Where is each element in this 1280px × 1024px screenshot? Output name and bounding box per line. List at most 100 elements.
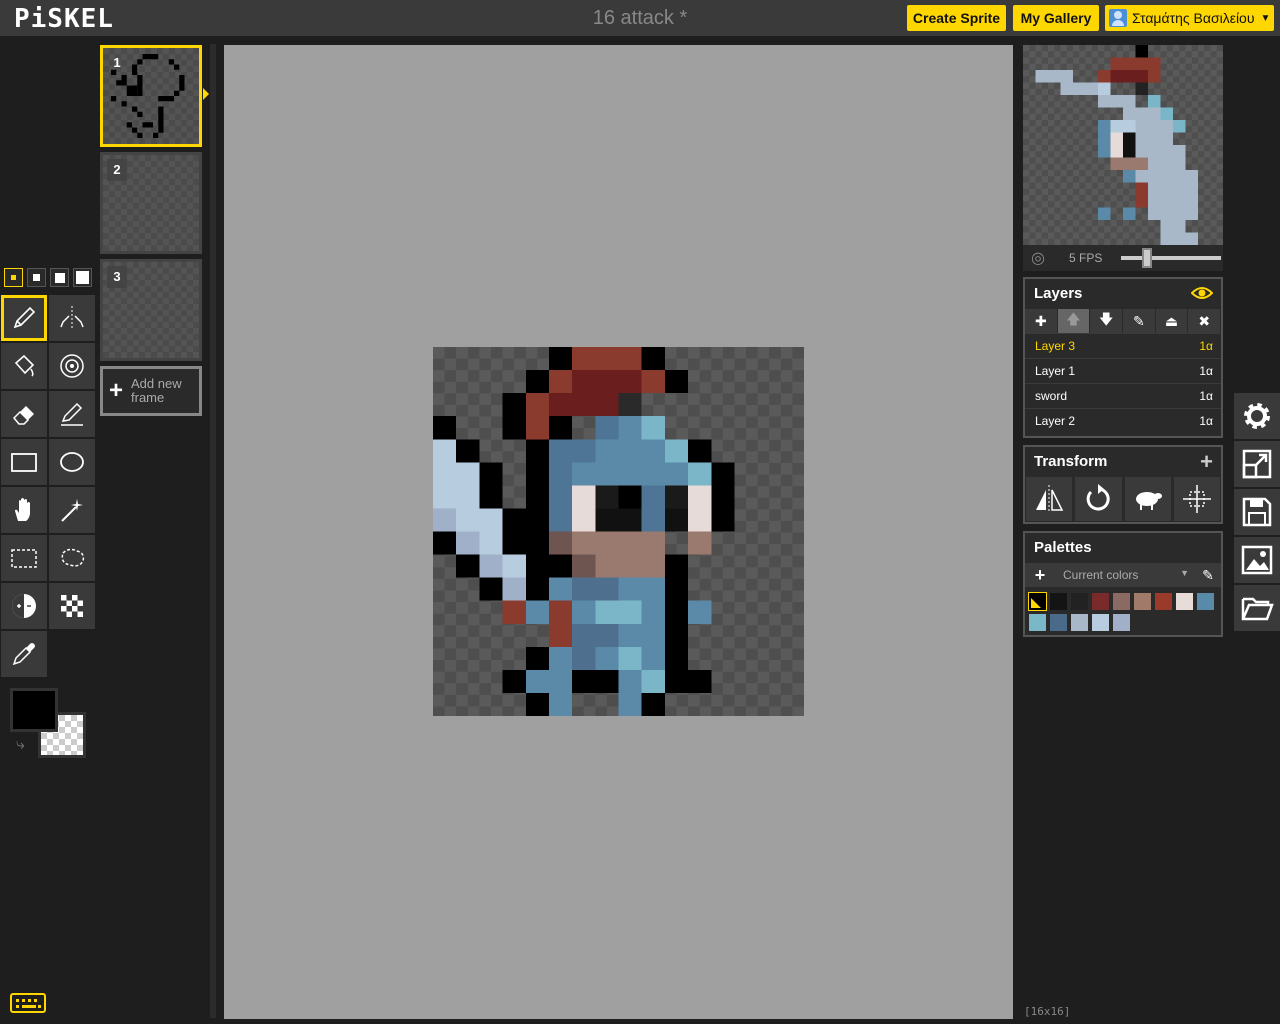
- transform-title-text: Transform: [1034, 453, 1108, 470]
- user-menu-button[interactable]: Σταμάτης Βασιλείου ▼: [1105, 5, 1274, 31]
- frame-1[interactable]: 1: [100, 45, 209, 147]
- center-button[interactable]: [1173, 477, 1220, 521]
- pen-size-3[interactable]: [50, 268, 69, 287]
- layer-toolbar: ✚ 🡅 🡇 ✎ ⏏ ✖: [1025, 309, 1222, 333]
- tool-palette: [0, 294, 96, 678]
- dithering-tool[interactable]: [49, 583, 95, 629]
- sprite-canvas[interactable]: [433, 347, 804, 716]
- move-hand-icon: [15, 498, 30, 521]
- palette-swatch[interactable]: [1155, 593, 1172, 610]
- ellipse-tool[interactable]: [49, 439, 95, 485]
- pen-size-4[interactable]: [73, 268, 92, 287]
- move-tool[interactable]: [1, 487, 47, 533]
- onion-skin-icon[interactable]: ◎: [1023, 248, 1053, 268]
- animation-preview[interactable]: [1023, 45, 1223, 245]
- move-layer-down-icon[interactable]: 🡇: [1090, 309, 1124, 333]
- layer-list: Layer 3 1α Layer 1 1α sword 1α Layer 2 1α: [1025, 333, 1221, 433]
- pen-size-2[interactable]: [27, 268, 46, 287]
- resize-icon: [1242, 449, 1272, 479]
- transform-title: Transform +: [1025, 447, 1221, 477]
- pen-tool[interactable]: [1, 295, 47, 341]
- palette-swatch[interactable]: [1029, 614, 1046, 631]
- palette-swatch[interactable]: [1176, 593, 1193, 610]
- import-folder-icon: [1241, 597, 1274, 621]
- import-button[interactable]: [1234, 585, 1280, 631]
- palette-select[interactable]: Current colors ▼: [1055, 568, 1195, 582]
- settings-button[interactable]: [1234, 393, 1280, 439]
- palette-swatch[interactable]: [1050, 614, 1067, 631]
- palette-swatch[interactable]: [1071, 593, 1088, 610]
- stroke-tool[interactable]: [49, 391, 95, 437]
- move-layer-up-icon[interactable]: 🡅: [1057, 309, 1091, 333]
- piskel-logo[interactable]: PiSKEL: [14, 4, 114, 34]
- paint-bucket-icon: [14, 354, 35, 377]
- paint-same-color-icon: [60, 354, 84, 378]
- lasso-select-icon: [61, 548, 85, 567]
- chevron-down-icon: ▼: [1180, 568, 1189, 578]
- rotate-button[interactable]: [1075, 477, 1122, 521]
- plus-icon[interactable]: +: [1200, 447, 1213, 477]
- create-sprite-button[interactable]: Create Sprite: [907, 5, 1006, 31]
- flip-button[interactable]: [1026, 477, 1073, 521]
- my-gallery-button[interactable]: My Gallery: [1013, 5, 1099, 31]
- user-icon: [1109, 9, 1127, 27]
- frame-2[interactable]: 2: [100, 152, 202, 254]
- clone-button[interactable]: [1124, 477, 1171, 521]
- layer-row[interactable]: Layer 3 1α: [1025, 333, 1221, 358]
- paint-same-color-tool[interactable]: [49, 343, 95, 389]
- eraser-tool[interactable]: [1, 391, 47, 437]
- vertical-mirror-pen-tool[interactable]: [49, 295, 95, 341]
- eraser-icon: [12, 406, 34, 425]
- keyboard-shortcuts-icon[interactable]: [10, 993, 46, 1013]
- palette-swatch[interactable]: [1113, 593, 1130, 610]
- frames-scrollbar[interactable]: [210, 44, 216, 1018]
- lighten-tool[interactable]: [1, 583, 47, 629]
- rectangle-select-tool[interactable]: [1, 535, 47, 581]
- layer-row[interactable]: Layer 1 1α: [1025, 358, 1221, 383]
- swap-colors-icon[interactable]: ⤷: [16, 736, 25, 754]
- transform-toolbar: [1025, 477, 1221, 521]
- palette-swatch[interactable]: [1134, 593, 1151, 610]
- add-frame-button[interactable]: + Add new frame: [100, 366, 202, 416]
- magic-wand-tool[interactable]: [49, 487, 95, 533]
- primary-color-swatch[interactable]: [10, 688, 58, 732]
- layer-opacity: 1α: [1199, 389, 1213, 403]
- palette-swatches: [1025, 587, 1221, 637]
- frame-3[interactable]: 3: [100, 259, 202, 361]
- lasso-select-tool[interactable]: [49, 535, 95, 581]
- delete-layer-icon[interactable]: ✖: [1188, 309, 1222, 333]
- palette-swatch[interactable]: [1028, 592, 1047, 611]
- paint-bucket-tool[interactable]: [1, 343, 47, 389]
- pen-size-1[interactable]: [4, 268, 23, 287]
- preview-pixels: [1035, 45, 1198, 245]
- add-layer-icon[interactable]: ✚: [1025, 309, 1058, 333]
- layers-title: Layers: [1025, 279, 1221, 309]
- settings-sidebar: [1234, 393, 1280, 633]
- save-button[interactable]: [1234, 489, 1280, 535]
- rectangle-tool[interactable]: [1, 439, 47, 485]
- edit-palette-icon[interactable]: ✎: [1195, 567, 1221, 584]
- export-button[interactable]: [1234, 537, 1280, 583]
- layer-row[interactable]: sword 1α: [1025, 383, 1221, 408]
- color-picker-tool[interactable]: [1, 631, 47, 677]
- resize-button[interactable]: [1234, 441, 1280, 487]
- layer-row[interactable]: Layer 2 1α: [1025, 408, 1221, 433]
- merge-layer-icon[interactable]: ⏏: [1156, 309, 1189, 333]
- palette-swatch[interactable]: [1092, 614, 1109, 631]
- layers-title-text: Layers: [1034, 285, 1083, 302]
- palette-swatch[interactable]: [1071, 614, 1088, 631]
- drawing-canvas-area[interactable]: [224, 45, 1013, 1019]
- palette-swatch[interactable]: [1050, 593, 1067, 610]
- palette-swatch[interactable]: [1113, 614, 1130, 631]
- palette-toolbar: + Current colors ▼ ✎: [1025, 563, 1221, 587]
- eye-icon[interactable]: [1191, 285, 1213, 301]
- palette-swatch[interactable]: [1092, 593, 1109, 610]
- layer-name: Layer 3: [1035, 339, 1076, 353]
- fps-slider-knob[interactable]: [1142, 248, 1152, 268]
- add-palette-icon[interactable]: +: [1025, 565, 1055, 586]
- palette-swatch[interactable]: [1197, 593, 1214, 610]
- edit-layer-icon[interactable]: ✎: [1123, 309, 1156, 333]
- clone-sheep-icon: [1135, 492, 1162, 510]
- lighten-icon: [12, 594, 36, 618]
- fps-slider[interactable]: [1121, 248, 1221, 268]
